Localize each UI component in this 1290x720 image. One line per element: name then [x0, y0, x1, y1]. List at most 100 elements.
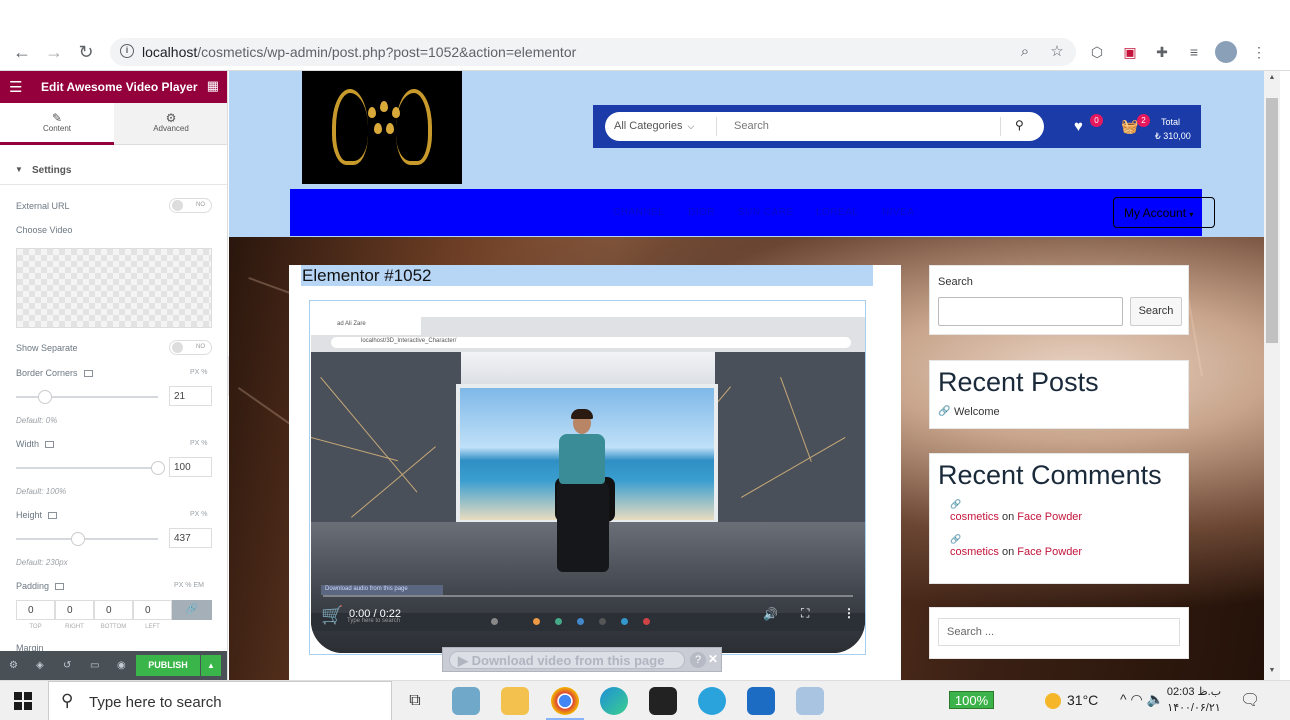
- external-url-toggle[interactable]: NO: [169, 198, 212, 213]
- site-info-icon[interactable]: i: [120, 44, 134, 58]
- responsive-mode-icon[interactable]: ▭: [90, 660, 99, 671]
- padding-right-input[interactable]: 0: [55, 600, 94, 620]
- comment-post-link[interactable]: Face Powder: [1017, 546, 1082, 558]
- taskbar-search[interactable]: ⚲ Type here to search: [48, 681, 392, 720]
- search-field[interactable]: Search ...: [938, 618, 1180, 646]
- show-separate-toggle[interactable]: NO: [169, 340, 212, 355]
- slider-handle[interactable]: [151, 461, 165, 475]
- video-progress-bar[interactable]: [323, 595, 853, 597]
- preview-eye-icon[interactable]: ◉: [117, 660, 126, 671]
- clock[interactable]: 02:03 ب.ظ ۱۴۰۰/۰۶/۲۱: [1162, 684, 1226, 716]
- extension-shield-icon[interactable]: ▣: [1121, 43, 1139, 61]
- nav-item-dior[interactable]: DIOR: [688, 207, 715, 218]
- nav-item-loreal[interactable]: LOREAL: [816, 207, 858, 218]
- menu-dots-icon[interactable]: ⋮: [1250, 43, 1268, 61]
- comment-author-link[interactable]: cosmetics: [950, 546, 999, 558]
- brand-logo[interactable]: [302, 71, 462, 184]
- nav-item-channel[interactable]: CHANNEL: [613, 207, 664, 218]
- extension-cube-icon[interactable]: ⬡: [1088, 43, 1106, 61]
- nav-item-nivea[interactable]: NIVEA: [882, 207, 915, 218]
- search-widget-input[interactable]: [938, 297, 1123, 326]
- mail-icon[interactable]: [747, 687, 775, 715]
- tab-content[interactable]: ✎ Content: [0, 103, 114, 145]
- padding-top-input[interactable]: 0: [16, 600, 55, 620]
- profile-avatar[interactable]: [1215, 41, 1237, 63]
- video-player-widget[interactable]: ad Ali Zare localhost/3D_Interactive_Cha…: [309, 300, 866, 655]
- settings-icon[interactable]: ⚙: [9, 660, 18, 671]
- close-icon[interactable]: ✕: [708, 652, 718, 666]
- help-icon[interactable]: ?: [690, 652, 706, 668]
- nav-item-sun-care[interactable]: SUN CARE: [738, 207, 794, 218]
- widgets-grid-icon[interactable]: ▦: [207, 78, 219, 94]
- back-icon[interactable]: ←: [11, 41, 33, 63]
- product-search-input[interactable]: Search: [734, 120, 769, 132]
- width-input[interactable]: 100: [169, 457, 212, 477]
- reload-icon[interactable]: ↻: [75, 41, 97, 63]
- settings-section-header[interactable]: ▼ Settings: [0, 157, 227, 185]
- border-corners-input[interactable]: 21: [169, 386, 212, 406]
- volume-icon[interactable]: 🔊: [763, 607, 778, 621]
- video-chooser[interactable]: [16, 248, 212, 328]
- link-values-icon[interactable]: 🔗: [172, 600, 212, 620]
- system-tray[interactable]: ^ ◠ 🔈: [1120, 691, 1164, 708]
- edge-icon[interactable]: [600, 687, 628, 715]
- notification-center-icon[interactable]: 🗨: [1240, 690, 1260, 710]
- more-options-icon[interactable]: ⋮: [843, 606, 855, 620]
- windows-start-icon[interactable]: [14, 692, 32, 710]
- url-text[interactable]: localhost/cosmetics/wp-admin/post.php?po…: [142, 44, 576, 60]
- slider-handle[interactable]: [71, 532, 85, 546]
- history-icon[interactable]: ↺: [63, 660, 71, 671]
- telegram-icon[interactable]: [698, 687, 726, 715]
- height-slider[interactable]: [16, 532, 158, 546]
- address-bar[interactable]: i localhost/cosmetics/wp-admin/post.php?…: [110, 38, 1076, 66]
- units-switcher[interactable]: PX %: [190, 511, 208, 518]
- border-corners-slider[interactable]: [16, 390, 158, 404]
- slider-handle[interactable]: [38, 390, 52, 404]
- units-switcher[interactable]: PX % EM: [174, 582, 204, 589]
- desktop-device-icon[interactable]: [45, 441, 55, 449]
- forward-icon[interactable]: →: [43, 41, 65, 63]
- battery-indicator[interactable]: 100%: [949, 691, 994, 709]
- extensions-puzzle-icon[interactable]: ✚: [1153, 43, 1171, 61]
- comment-post-link[interactable]: Face Powder: [1017, 511, 1082, 523]
- download-video-button[interactable]: ▶ Download video from this page: [449, 651, 685, 669]
- search-widget-button[interactable]: Search: [1130, 297, 1182, 326]
- padding-left-input[interactable]: 0: [133, 600, 172, 620]
- preview-scrollbar[interactable]: ▲ ▼: [1264, 71, 1280, 680]
- app-icon-notepad[interactable]: [452, 687, 480, 715]
- video-player[interactable]: ad Ali Zare localhost/3D_Interactive_Cha…: [311, 317, 865, 653]
- paint-icon[interactable]: [796, 687, 824, 715]
- my-account-dropdown[interactable]: My Account ▾: [1113, 197, 1215, 228]
- units-switcher[interactable]: PX %: [190, 440, 208, 447]
- units-switcher[interactable]: PX %: [190, 369, 208, 376]
- nox-icon[interactable]: [649, 687, 677, 715]
- width-slider[interactable]: [16, 461, 165, 475]
- bookmark-star-icon[interactable]: ☆: [1048, 43, 1066, 61]
- chrome-icon[interactable]: [551, 687, 579, 715]
- publish-options-caret-icon[interactable]: ▲: [201, 655, 221, 676]
- media-control-icon[interactable]: ≡: [1185, 43, 1203, 61]
- search-icon[interactable]: ⚲: [1015, 118, 1024, 132]
- desktop-device-icon[interactable]: [83, 370, 93, 378]
- navigator-layers-icon[interactable]: ◈: [36, 660, 44, 671]
- file-explorer-icon[interactable]: [501, 687, 529, 715]
- height-input[interactable]: 437: [169, 528, 212, 548]
- task-view-icon[interactable]: ⧉: [402, 687, 428, 715]
- comment-author-link[interactable]: cosmetics: [950, 511, 999, 523]
- desktop-device-icon[interactable]: [55, 583, 65, 591]
- recent-post-link[interactable]: Welcome: [954, 406, 1000, 418]
- cart-basket-icon[interactable]: 🧺: [1121, 118, 1138, 135]
- fullscreen-icon[interactable]: ⛶: [801, 606, 809, 621]
- wishlist-heart-icon[interactable]: ♥: [1074, 118, 1083, 135]
- zoom-icon[interactable]: ⌕: [1016, 43, 1034, 61]
- desktop-device-icon[interactable]: [48, 512, 58, 520]
- padding-bottom-input[interactable]: 0: [94, 600, 133, 620]
- hamburger-menu-icon[interactable]: ☰: [9, 78, 22, 96]
- tab-advanced[interactable]: ⚙ Advanced: [114, 103, 227, 145]
- weather-widget[interactable]: 31°C: [1045, 692, 1098, 710]
- category-select[interactable]: All Categories ⌵: [614, 120, 694, 132]
- publish-button[interactable]: PUBLISH: [136, 655, 200, 676]
- scrollbar-thumb[interactable]: [1266, 98, 1278, 343]
- download-video-bar: ▶ Download video from this page ? ✕: [442, 647, 722, 672]
- panel-header: ☰ Edit Awesome Video Player ▦: [0, 71, 227, 103]
